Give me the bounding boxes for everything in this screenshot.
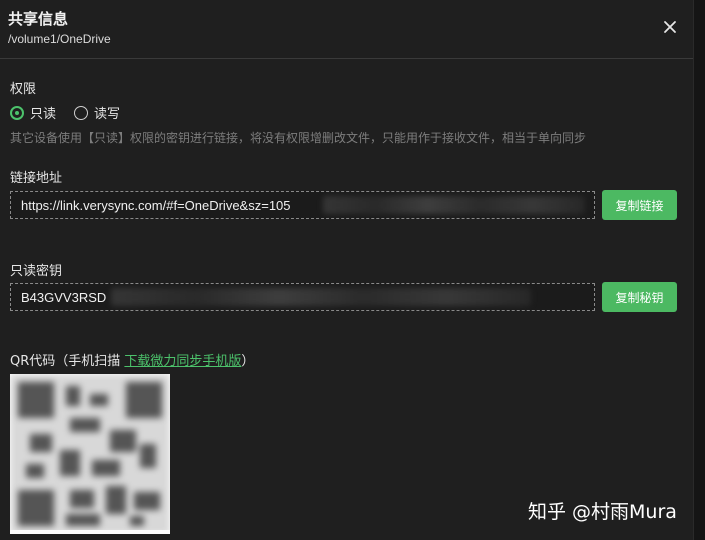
radio-readonly-label: 只读 (30, 107, 57, 122)
qr-label: QR代码（手机扫描 下载微力同步手机版） (10, 350, 254, 369)
watermark: 知乎 @村雨Mura (528, 501, 677, 523)
copy-link-button[interactable]: 复制链接 (602, 190, 677, 220)
link-field[interactable]: https://link.verysync.com/#f=OneDrive&sz… (10, 191, 595, 219)
radio-checked-icon (10, 105, 24, 120)
copy-key-button[interactable]: 复制秘钥 (602, 282, 677, 312)
qr-bottom-edge (10, 530, 170, 534)
radio-readwrite[interactable]: 读写 (74, 103, 120, 122)
qr-code-image (10, 374, 170, 534)
radio-unchecked-icon (74, 105, 89, 120)
link-value: https://link.verysync.com/#f=OneDrive&sz… (21, 198, 291, 213)
folder-path: /volume1/OneDrive (8, 32, 111, 46)
key-label: 只读密钥 (10, 264, 63, 279)
share-info-dialog: 共享信息 /volume1/OneDrive 权限 只读 读写 其它设备使用【只… (0, 0, 694, 540)
permission-radio-group: 只读 读写 (10, 103, 138, 122)
download-app-link[interactable]: 下载微力同步手机版 (124, 354, 241, 369)
close-icon[interactable] (660, 17, 680, 37)
radio-readonly[interactable]: 只读 (10, 103, 56, 122)
link-label: 链接地址 (10, 171, 63, 186)
key-value: B43GVV3RSD (21, 290, 107, 305)
redacted-blur (111, 288, 531, 306)
radio-readwrite-label: 读写 (94, 107, 121, 122)
qr-label-suffix: ） (241, 354, 255, 369)
redacted-blur (323, 196, 585, 214)
scrollbar[interactable] (694, 0, 705, 540)
key-field[interactable]: B43GVV3RSD (10, 283, 595, 311)
qr-label-text: QR代码（手机扫描 (10, 354, 125, 369)
permission-hint: 其它设备使用【只读】权限的密钥进行链接，将没有权限增删改文件，只能用作于接收文件… (10, 131, 587, 145)
dialog-title: 共享信息 (8, 10, 69, 28)
header-divider (0, 58, 693, 59)
permission-label: 权限 (10, 82, 37, 97)
